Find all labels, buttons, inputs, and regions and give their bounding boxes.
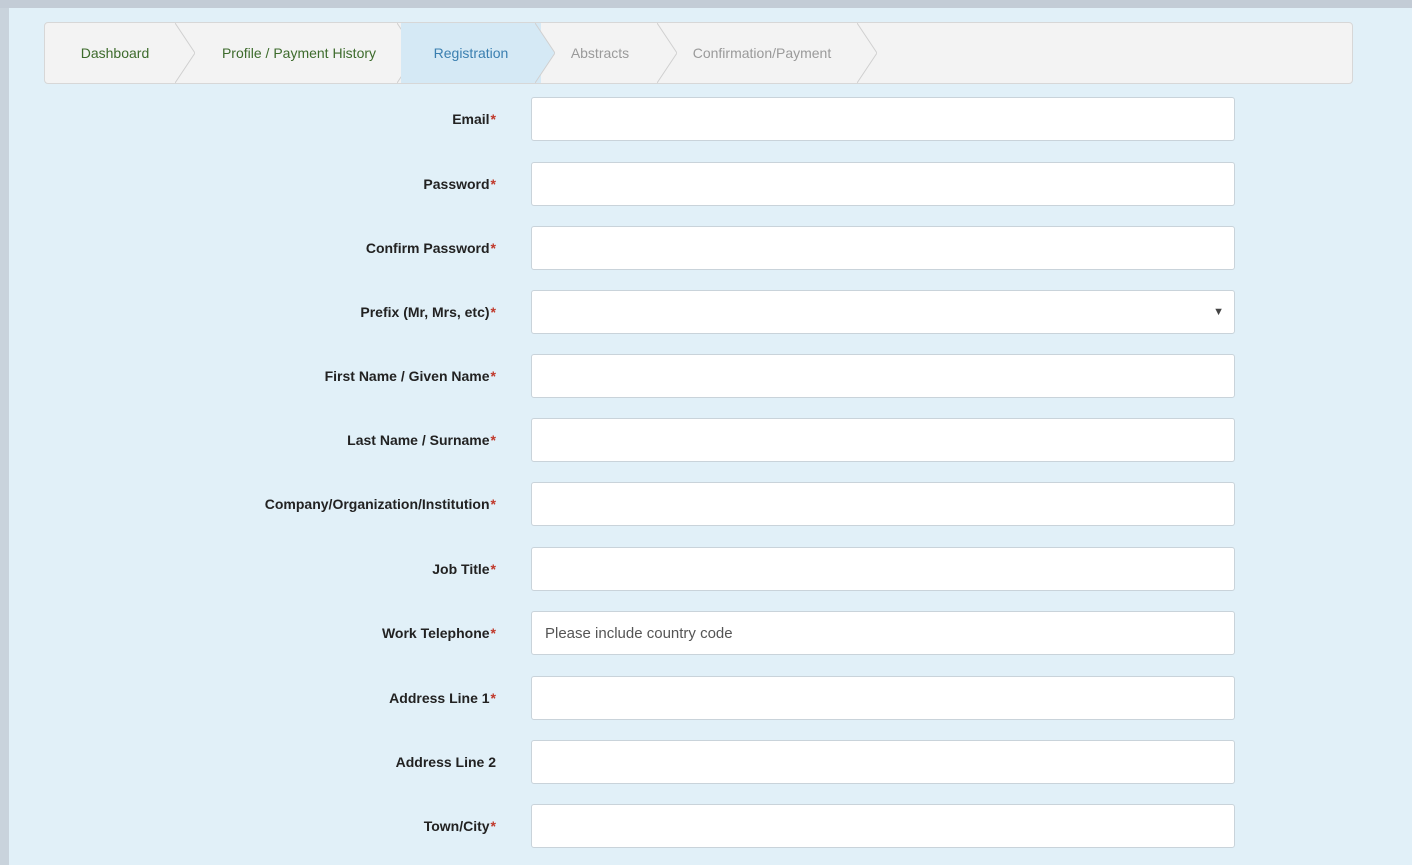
company-field[interactable] [531,482,1235,526]
town-city-label: Town/City* [423,818,496,834]
address-line-2-label: Address Line 2 [395,754,496,770]
confirm-password-field[interactable] [531,226,1235,270]
form-row-first-name: First Name / Given Name* [0,354,1412,398]
first-name-field[interactable] [531,354,1235,398]
prefix-label: Prefix (Mr, Mrs, etc)* [360,304,496,320]
job-title-field[interactable] [531,547,1235,591]
address-line-1-field[interactable] [531,676,1235,720]
prefix-select[interactable]: ▼ [531,290,1235,334]
form-row-prefix: Prefix (Mr, Mrs, etc)* ▼ [0,290,1412,334]
form-row-company: Company/Organization/Institution* [0,482,1412,526]
form-row-confirm-password: Confirm Password* [0,226,1412,270]
step-dashboard[interactable]: Dashboard [45,23,185,83]
address-line-1-label: Address Line 1* [389,690,496,706]
form-row-email: Email* [0,97,1412,141]
step-label: Dashboard [80,45,150,61]
company-label: Company/Organization/Institution* [264,496,496,512]
step-label: Confirmation/Payment [692,45,832,61]
email-field[interactable] [531,97,1235,141]
address-line-2-field[interactable] [531,740,1235,784]
form-row-job-title: Job Title* [0,547,1412,591]
breadcrumb: Dashboard Profile / Payment History Regi… [44,22,1353,84]
step-label: Abstracts [570,45,630,61]
last-name-label: Last Name / Surname* [347,432,496,448]
form-row-address-line-1: Address Line 1* [0,676,1412,720]
step-abstracts[interactable]: Abstracts [545,23,655,83]
work-telephone-field[interactable] [531,611,1235,655]
caret-down-icon: ▼ [1213,306,1224,318]
step-label: Registration [433,45,509,61]
form-row-town-city: Town/City* [0,804,1412,848]
step-confirmation-payment[interactable]: Confirmation/Payment [669,23,855,83]
chevron-right-icon [175,23,195,83]
form-row-work-telephone: Work Telephone* [0,611,1412,655]
step-profile-payment-history[interactable]: Profile / Payment History [195,23,403,83]
step-registration[interactable]: Registration [401,23,541,83]
form-row-password: Password* [0,162,1412,206]
last-name-field[interactable] [531,418,1235,462]
work-telephone-label: Work Telephone* [381,625,496,641]
job-title-label: Job Title* [432,561,496,577]
first-name-label: First Name / Given Name* [324,368,496,384]
email-label: Email* [452,111,496,127]
password-field[interactable] [531,162,1235,206]
chevron-right-icon [857,23,877,83]
town-city-field[interactable] [531,804,1235,848]
form-row-address-line-2: Address Line 2 [0,740,1412,784]
step-label: Profile / Payment History [221,45,377,61]
form-row-last-name: Last Name / Surname* [0,418,1412,462]
password-label: Password* [423,176,496,192]
window-top-strip [0,0,1412,8]
confirm-password-label: Confirm Password* [365,240,496,256]
